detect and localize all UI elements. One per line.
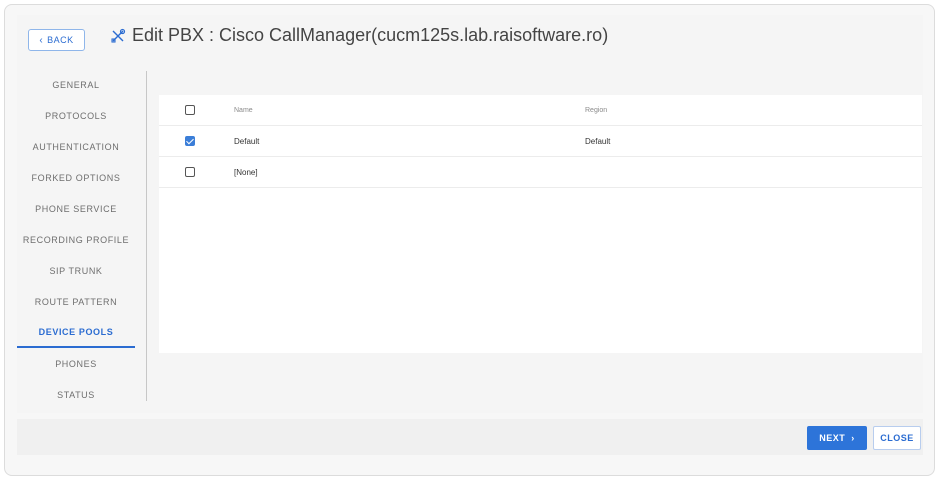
next-button[interactable]: NEXT › (807, 426, 867, 450)
column-header-name: Name (234, 106, 253, 114)
close-button[interactable]: CLOSE (873, 426, 921, 450)
tools-icon (111, 28, 126, 43)
sidebar-item-recording-profile[interactable]: RECORDING PROFILE (17, 224, 135, 255)
back-button-label: BACK (47, 35, 74, 45)
app-window: ‹ BACK Edit PBX : Cisco CallManager(cucm… (4, 4, 935, 476)
sidebar-item-status[interactable]: STATUS (17, 379, 135, 410)
sidebar-item-general[interactable]: GENERAL (17, 69, 135, 100)
table-header-row: Name Region (159, 95, 922, 126)
sidebar-item-phone-service[interactable]: PHONE SERVICE (17, 193, 135, 224)
chevron-left-icon: ‹ (39, 34, 44, 46)
next-button-label: NEXT (819, 433, 846, 443)
page-title: Edit PBX : Cisco CallManager(cucm125s.la… (132, 25, 609, 45)
row-checkbox-checked[interactable] (185, 136, 195, 146)
sidebar-item-device-pools[interactable]: DEVICE POOLS (17, 317, 135, 348)
sidebar-item-forked-options[interactable]: FORKED OPTIONS (17, 162, 135, 193)
sidebar-nav: GENERAL PROTOCOLS AUTHENTICATION FORKED … (17, 69, 147, 405)
cell-name: [None] (234, 167, 258, 177)
sidebar-item-authentication[interactable]: AUTHENTICATION (17, 131, 135, 162)
sidebar-divider (146, 71, 147, 401)
sidebar-item-protocols[interactable]: PROTOCOLS (17, 100, 135, 131)
sidebar-item-phones[interactable]: PHONES (17, 348, 135, 379)
dialog-footer: NEXT › CLOSE (17, 419, 923, 455)
sidebar-item-sip-trunk[interactable]: SIP TRUNK (17, 255, 135, 286)
page-title-group: Edit PBX : Cisco CallManager(cucm125s.la… (110, 25, 608, 46)
panel-header: ‹ BACK Edit PBX : Cisco CallManager(cucm… (17, 15, 923, 65)
select-all-checkbox[interactable] (185, 105, 195, 115)
edit-pbx-panel: ‹ BACK Edit PBX : Cisco CallManager(cucm… (17, 15, 923, 413)
cell-region: Default (585, 136, 611, 146)
cell-name: Default (234, 136, 260, 146)
column-header-region: Region (585, 106, 608, 114)
device-pools-table: Name Region Default Default [None] (159, 95, 922, 353)
table-row[interactable]: [None] (159, 157, 922, 188)
chevron-right-icon: › (851, 433, 855, 443)
sidebar-item-route-pattern[interactable]: ROUTE PATTERN (17, 286, 135, 317)
back-button[interactable]: ‹ BACK (28, 29, 85, 51)
row-checkbox[interactable] (185, 167, 195, 177)
table-row[interactable]: Default Default (159, 126, 922, 157)
